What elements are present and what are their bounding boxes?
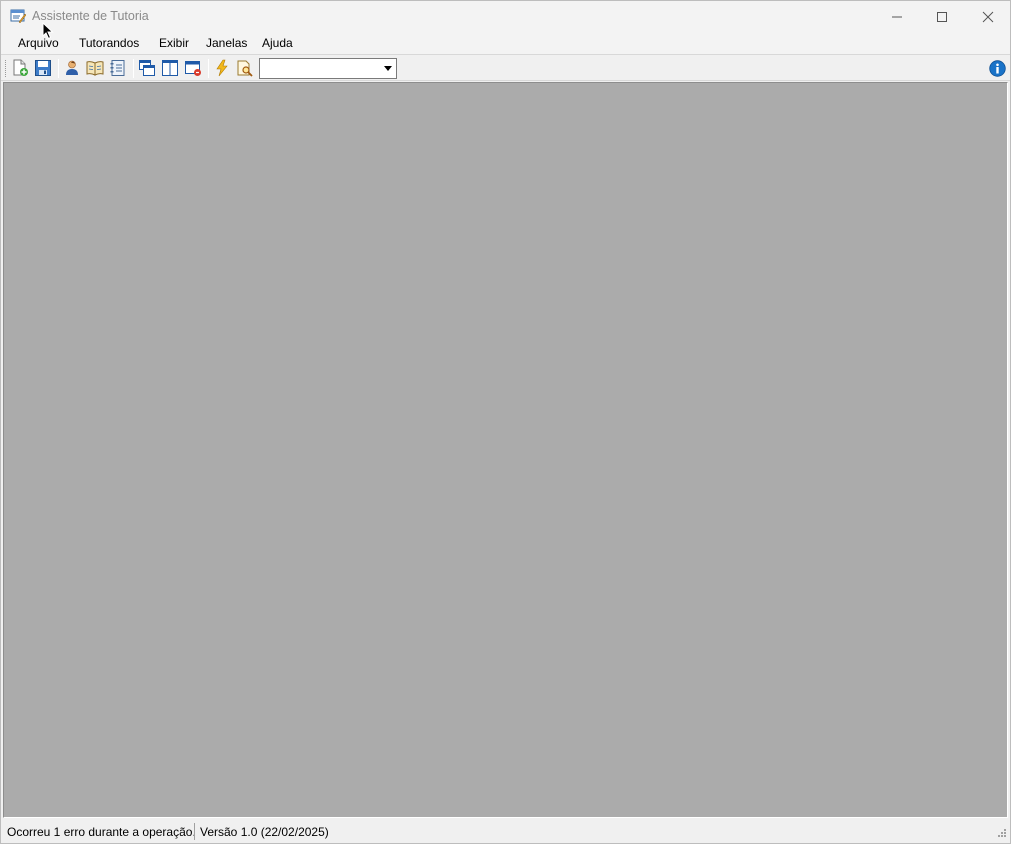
close-button[interactable]	[965, 1, 1011, 32]
search-document-button[interactable]	[236, 59, 254, 77]
minimize-icon	[892, 16, 902, 17]
status-bar: Ocorreu 1 erro durante a operação. Versã…	[1, 820, 1010, 843]
status-version: Versão 1.0 (22/02/2025)	[200, 825, 329, 839]
book-icon	[86, 61, 104, 76]
menu-tutorandos[interactable]: Tutorandos	[79, 36, 139, 50]
chevron-down-icon	[383, 66, 392, 71]
toolbar-separator	[208, 59, 209, 78]
menu-janelas[interactable]: Janelas	[206, 36, 247, 50]
main-window: Assistente de Tutoria Arquivo Tutorandos…	[0, 0, 1011, 844]
toolbar-separator	[58, 59, 59, 78]
maximize-button[interactable]	[919, 1, 965, 32]
resize-grip-icon[interactable]	[995, 828, 1007, 840]
menu-ajuda[interactable]: Ajuda	[262, 36, 293, 50]
book-button[interactable]	[86, 59, 104, 77]
user-button[interactable]	[63, 59, 81, 77]
info-button[interactable]	[989, 60, 1006, 77]
toolbar	[1, 54, 1010, 81]
combo-dropdown-button[interactable]	[379, 59, 396, 78]
minimize-button[interactable]	[874, 1, 920, 32]
mdi-client-area[interactable]	[3, 82, 1008, 818]
title-bar[interactable]: Assistente de Tutoria	[1, 1, 1010, 32]
cascade-windows-icon	[139, 60, 155, 76]
close-window-icon	[185, 61, 201, 76]
cascade-button[interactable]	[138, 59, 156, 77]
toolbar-combo[interactable]	[259, 58, 397, 79]
toolbar-separator	[133, 59, 134, 78]
address-book-button[interactable]	[109, 59, 127, 77]
save-button[interactable]	[34, 59, 52, 77]
window-title: Assistente de Tutoria	[32, 9, 149, 23]
lightning-icon	[216, 59, 228, 77]
close-icon	[982, 11, 994, 22]
mouse-cursor-icon	[42, 22, 54, 40]
search-document-icon	[237, 60, 253, 77]
tile-vertical-icon	[162, 60, 178, 76]
user-icon	[66, 60, 78, 75]
new-button[interactable]	[11, 59, 29, 77]
close-window-button[interactable]	[184, 59, 202, 77]
menu-exibir[interactable]: Exibir	[159, 36, 189, 50]
new-document-icon	[13, 59, 28, 76]
menu-bar: Arquivo Tutorandos Exibir Janelas Ajuda	[1, 32, 1010, 54]
status-divider	[194, 823, 195, 840]
address-book-icon	[110, 60, 125, 76]
lightning-button[interactable]	[213, 59, 231, 77]
status-message: Ocorreu 1 erro durante a operação.	[7, 825, 196, 839]
app-icon	[10, 9, 26, 24]
tile-vertical-button[interactable]	[161, 59, 179, 77]
save-icon	[35, 60, 51, 76]
maximize-icon	[937, 11, 947, 22]
toolbar-grip[interactable]	[5, 60, 7, 77]
info-icon	[989, 60, 1006, 77]
